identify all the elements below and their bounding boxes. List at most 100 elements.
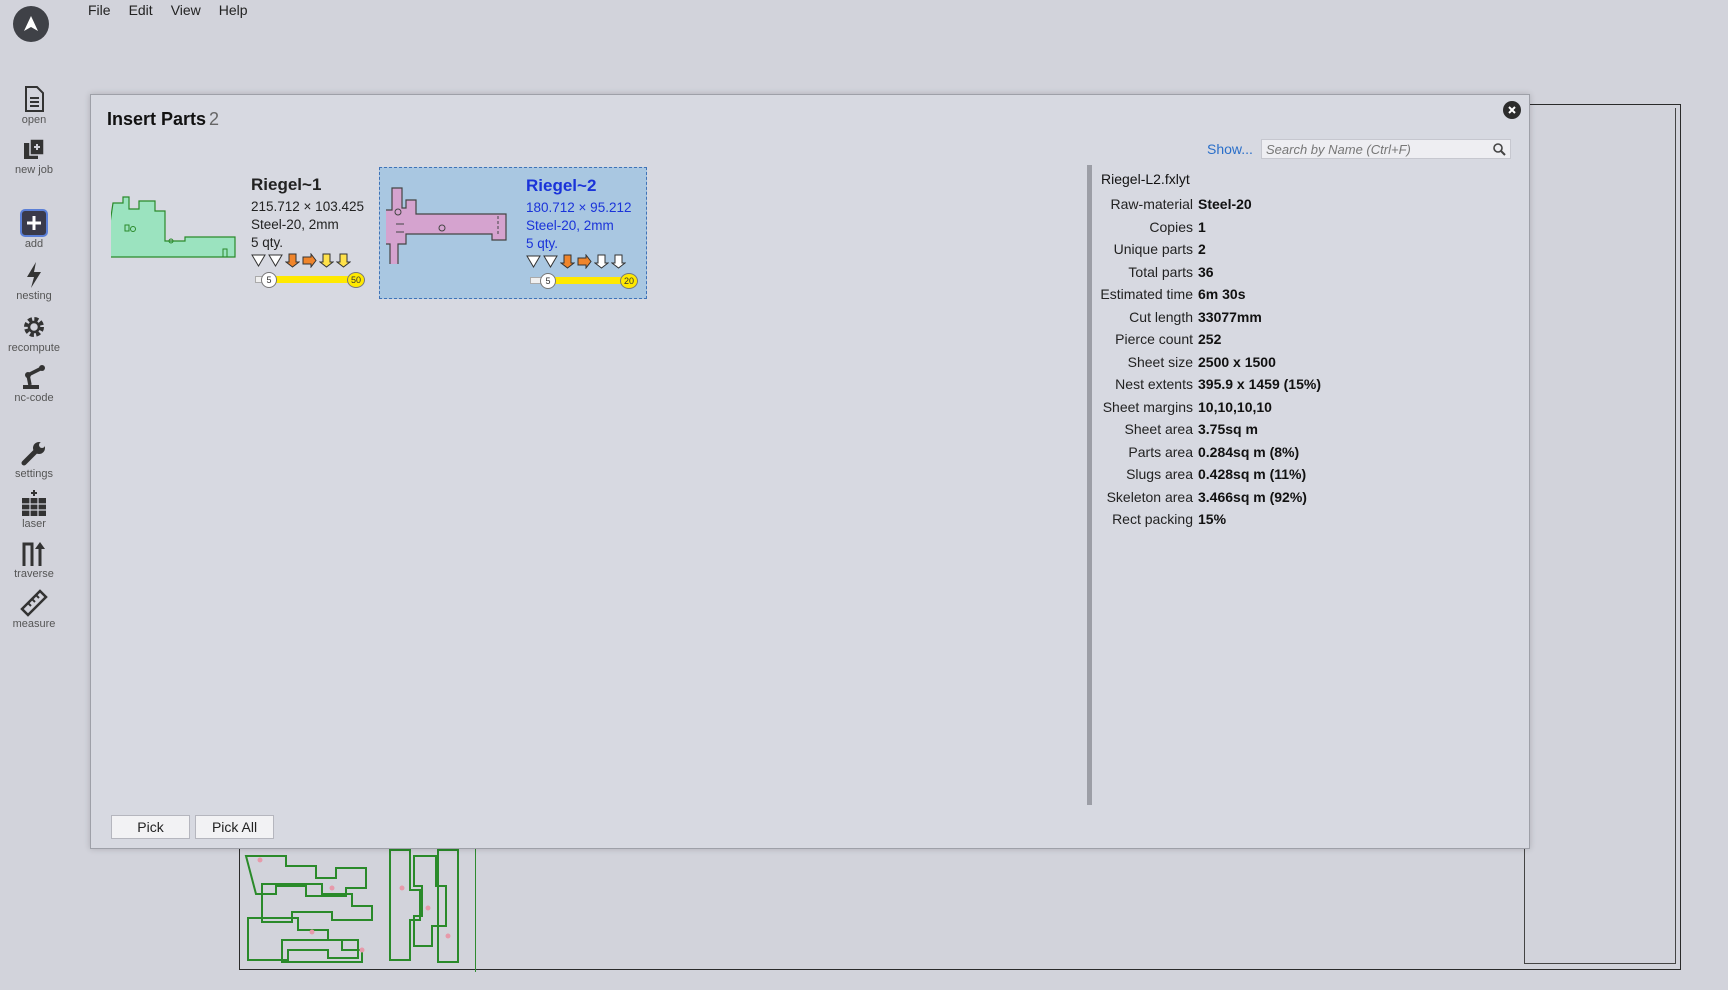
- stat-label: Sheet margins: [1102, 398, 1193, 415]
- stat-row: Slugs area 0.428sq m (11%): [1099, 463, 1321, 486]
- tool-recompute[interactable]: recompute: [0, 312, 68, 358]
- search-box[interactable]: [1261, 139, 1511, 159]
- pick-all-button[interactable]: Pick All: [195, 815, 274, 839]
- stat-label: Raw-material: [1110, 196, 1193, 213]
- pick-button[interactable]: Pick: [111, 815, 190, 839]
- slider-min-knob[interactable]: 5: [540, 273, 556, 289]
- stat-row: Nest extents 395.9 x 1459 (15%): [1099, 373, 1321, 396]
- nested-parts-preview: [244, 849, 459, 963]
- stat-value: 2500 x 1500: [1198, 353, 1276, 370]
- rotation-icon[interactable]: [251, 253, 266, 268]
- stat-value: 3.75sq m: [1198, 421, 1258, 438]
- part-dimensions: 180.712 × 95.212: [526, 200, 632, 215]
- tool-add[interactable]: add: [0, 208, 68, 254]
- app-window: File Edit View Help open new job add nes…: [0, 0, 1728, 990]
- rotation-icon[interactable]: [543, 254, 558, 269]
- tool-settings[interactable]: settings: [0, 438, 68, 484]
- search-icon[interactable]: [1492, 142, 1506, 156]
- stat-label: Parts area: [1128, 443, 1193, 460]
- stat-value: 0.428sq m (11%): [1198, 466, 1307, 483]
- quantity-slider[interactable]: 5 50: [251, 272, 365, 288]
- part-thumbnail: [111, 196, 236, 258]
- quantity-slider[interactable]: 5 20: [526, 273, 638, 289]
- part-rotation-icons: [251, 252, 352, 269]
- tool-new-job[interactable]: new job: [0, 134, 68, 180]
- stat-value: 10,10,10,10: [1198, 398, 1272, 415]
- tool-nc-code[interactable]: nc-code: [0, 362, 68, 408]
- part-name: Riegel~2: [526, 176, 597, 195]
- close-button[interactable]: [1503, 101, 1521, 119]
- rotation-icon[interactable]: [318, 253, 335, 268]
- tool-add-label: add: [24, 238, 44, 250]
- part-thumbnail: [386, 187, 507, 264]
- stat-row: Rect packing 15%: [1099, 508, 1321, 531]
- menu-file[interactable]: File: [88, 0, 111, 22]
- rotation-icon[interactable]: [526, 254, 541, 269]
- stat-label: Copies: [1149, 218, 1193, 235]
- traverse-icon: [19, 538, 49, 568]
- tool-laser-label: laser: [22, 518, 46, 530]
- stat-label: Estimated time: [1100, 286, 1193, 303]
- insert-parts-dialog: Insert Parts 2 Show... Riegel~1 215.712 …: [90, 94, 1530, 849]
- stat-label: Nest extents: [1115, 376, 1193, 393]
- part-name: Riegel~1: [251, 175, 322, 194]
- app-logo-icon[interactable]: [13, 6, 49, 42]
- part-card-riegel-1[interactable]: Riegel~1 215.712 × 103.425 Steel-20, 2mm…: [105, 167, 373, 299]
- rotation-icon[interactable]: [559, 254, 576, 269]
- tool-nesting[interactable]: nesting: [0, 260, 68, 306]
- rotation-icon[interactable]: [577, 253, 592, 270]
- stat-value: 15%: [1198, 511, 1227, 528]
- rotation-icon[interactable]: [335, 253, 352, 268]
- stat-row: Estimated time 6m 30s: [1099, 283, 1321, 306]
- stat-value: 252: [1198, 331, 1222, 348]
- rotation-icon[interactable]: [610, 254, 627, 269]
- stat-value: 6m 30s: [1198, 286, 1246, 303]
- menu-edit[interactable]: Edit: [129, 0, 153, 22]
- tool-laser[interactable]: laser: [0, 488, 68, 534]
- stat-value: Steel-20: [1198, 196, 1252, 213]
- ruler-icon: [19, 588, 49, 618]
- part-dimensions: 215.712 × 103.425: [251, 199, 364, 214]
- layout-filename: Riegel-L2.fxlyt: [1101, 171, 1190, 187]
- panel-splitter[interactable]: [1087, 165, 1092, 805]
- lightning-icon: [19, 260, 49, 290]
- stat-row: Skeleton area 3.466sq m (92%): [1099, 486, 1321, 509]
- stat-value: 2: [1198, 241, 1206, 258]
- rotation-icon[interactable]: [593, 254, 610, 269]
- slider-fill: [544, 277, 632, 284]
- search-input[interactable]: [1262, 140, 1482, 158]
- stat-row: Cut length 33077mm: [1099, 306, 1321, 329]
- show-link[interactable]: Show...: [1207, 141, 1253, 157]
- slider-max-knob[interactable]: 50: [347, 272, 365, 288]
- rotation-icon[interactable]: [268, 253, 283, 268]
- rotation-icon[interactable]: [284, 253, 301, 268]
- part-quantity: 5 qty.: [526, 236, 559, 251]
- dialog-count: 2: [209, 109, 220, 129]
- close-icon: [1508, 106, 1516, 114]
- tool-settings-label: settings: [15, 468, 53, 480]
- stat-row: Sheet size 2500 x 1500: [1099, 351, 1321, 374]
- laser-icon: [19, 488, 49, 518]
- part-material: Steel-20, 2mm: [251, 217, 339, 232]
- rotation-icon[interactable]: [302, 252, 317, 269]
- stat-row: Unique parts 2: [1099, 238, 1321, 261]
- tool-open[interactable]: open: [0, 84, 68, 130]
- stat-label: Unique parts: [1113, 241, 1193, 258]
- part-card-riegel-2[interactable]: Riegel~2 180.712 × 95.212 Steel-20, 2mm …: [379, 167, 647, 299]
- slider-max-knob[interactable]: 20: [620, 273, 638, 289]
- stat-value: 36: [1198, 263, 1214, 280]
- stat-row: Total parts 36: [1099, 261, 1321, 284]
- stat-row: Raw-material Steel-20: [1099, 193, 1321, 216]
- menu-view[interactable]: View: [171, 0, 201, 22]
- stat-row: Sheet margins 10,10,10,10: [1099, 396, 1321, 419]
- document-icon: [19, 84, 49, 114]
- menu-help[interactable]: Help: [219, 0, 248, 22]
- tool-recompute-label: recompute: [8, 342, 60, 354]
- tool-open-label: open: [21, 114, 47, 126]
- new-job-icon: [19, 134, 49, 164]
- tool-traverse[interactable]: traverse: [0, 538, 68, 584]
- stat-label: Slugs area: [1126, 466, 1193, 483]
- tool-measure[interactable]: measure: [0, 588, 68, 634]
- stat-value: 395.9 x 1459 (15%): [1198, 376, 1321, 393]
- slider-min-knob[interactable]: 5: [261, 272, 277, 288]
